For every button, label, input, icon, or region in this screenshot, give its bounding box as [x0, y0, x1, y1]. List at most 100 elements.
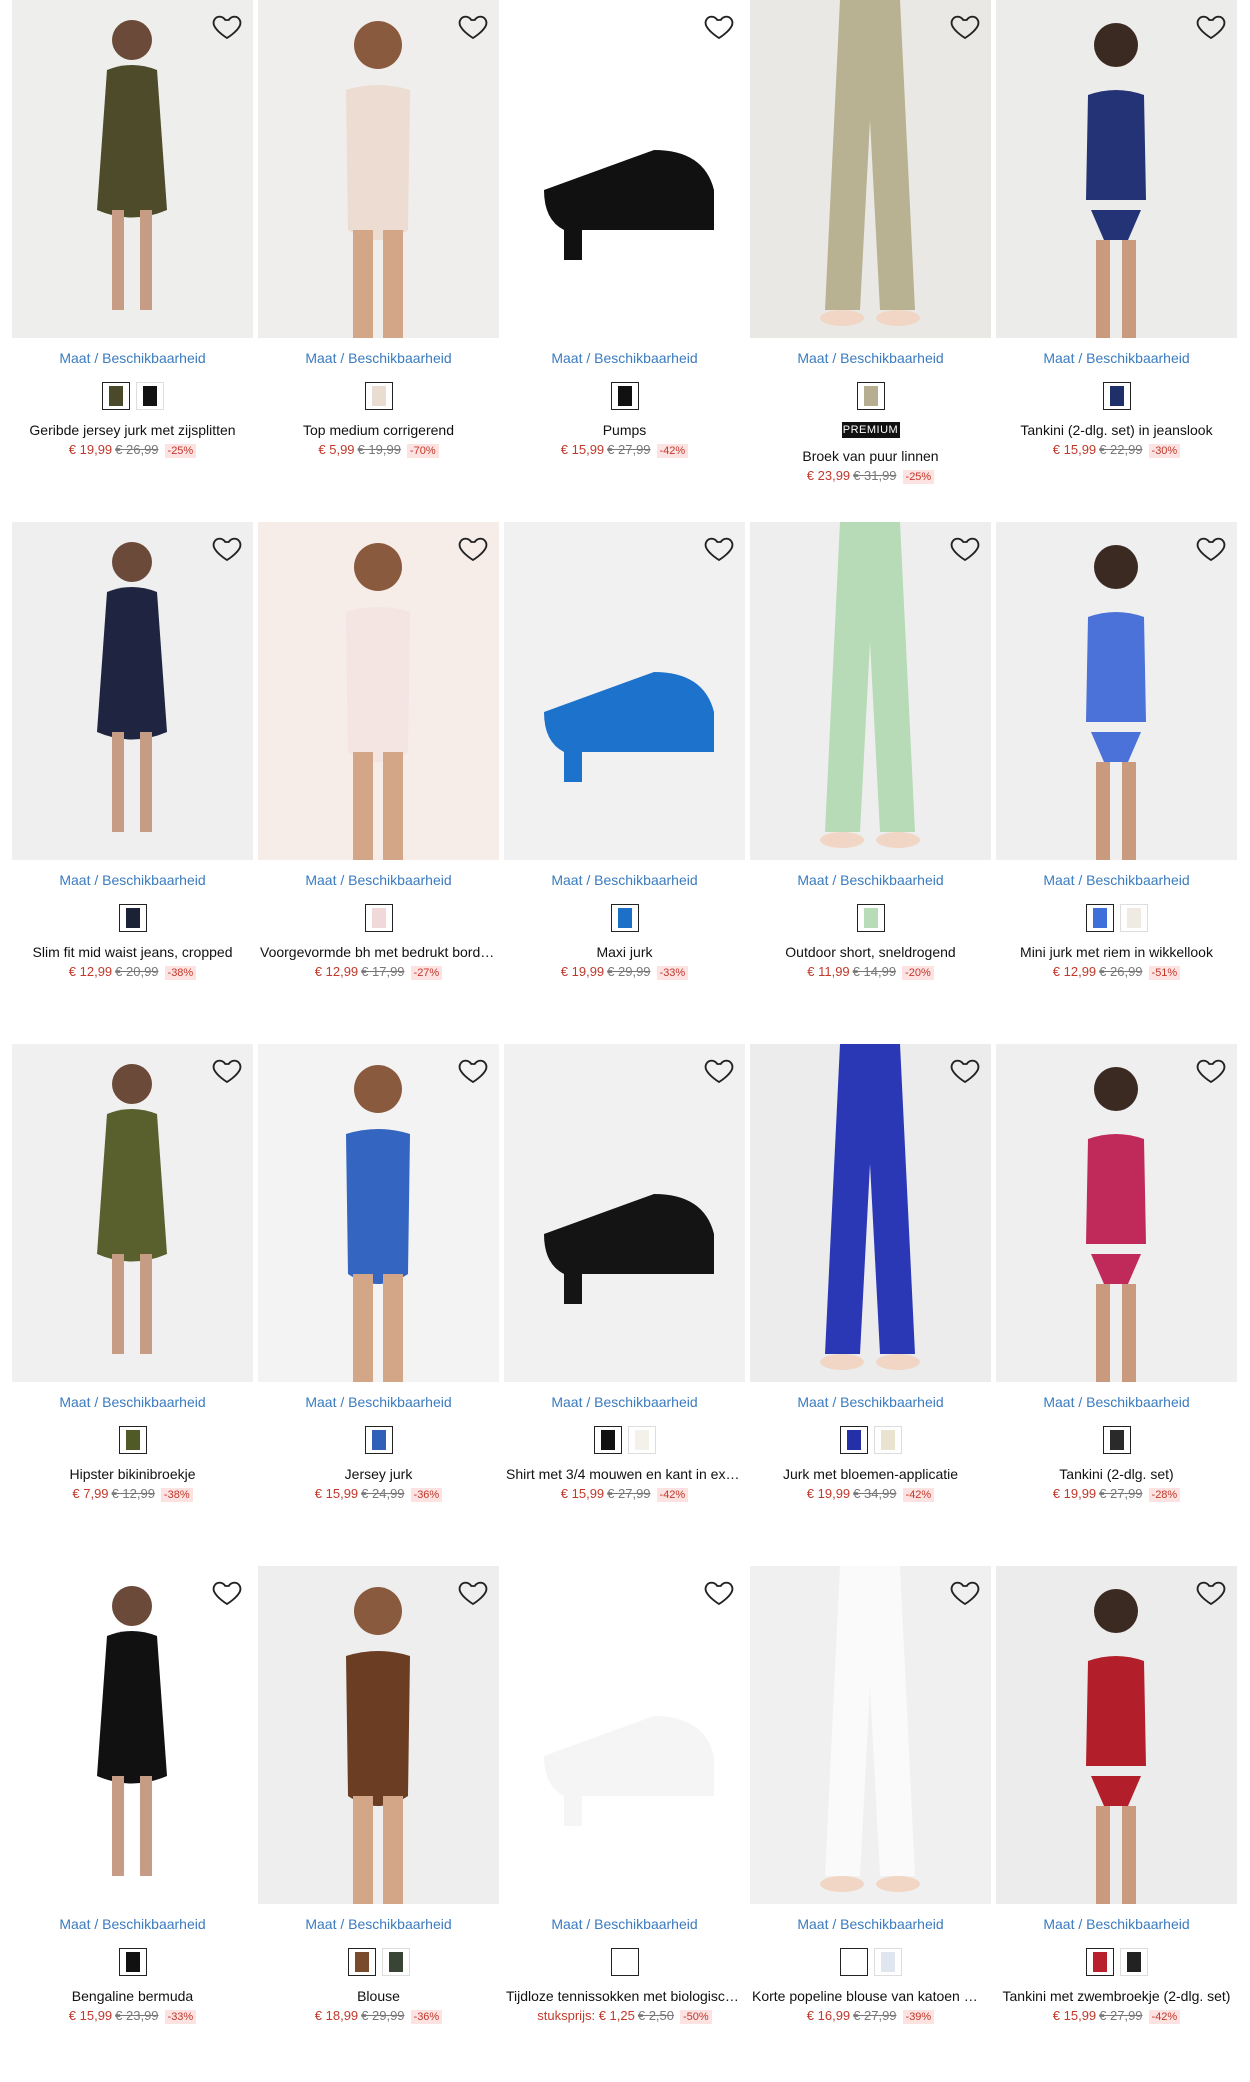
- size-availability-link[interactable]: Maat / Beschikbaarheid: [750, 1916, 991, 1932]
- product-name[interactable]: Tijdloze tennissokken met biologisch kat…: [504, 1988, 745, 2004]
- product-card[interactable]: Maat / Beschikbaarheid Slim fit mid waist…: [12, 522, 253, 1044]
- color-swatch[interactable]: [593, 1426, 622, 1454]
- product-image[interactable]: [504, 1566, 745, 1904]
- wishlist-heart-icon[interactable]: [1195, 532, 1227, 564]
- size-availability-link[interactable]: Maat / Beschikbaarheid: [750, 350, 991, 366]
- color-swatch[interactable]: [610, 1948, 639, 1976]
- color-swatch[interactable]: [1102, 382, 1131, 410]
- product-card[interactable]: Maat / Beschikbaarheid Pumps € 15,99 € 27,9…: [504, 0, 745, 522]
- wishlist-heart-icon[interactable]: [949, 1576, 981, 1608]
- product-image-frame[interactable]: [750, 1566, 991, 1904]
- product-image[interactable]: [750, 522, 991, 860]
- wishlist-heart-icon[interactable]: [211, 532, 243, 564]
- product-image[interactable]: [996, 1566, 1237, 1904]
- color-swatch[interactable]: [610, 382, 639, 410]
- color-swatch[interactable]: [364, 1426, 393, 1454]
- product-image-frame[interactable]: [258, 1044, 499, 1382]
- product-card[interactable]: Maat / Beschikbaarheid Outdoor short, sne…: [750, 522, 991, 1044]
- product-card[interactable]: Maat / Beschikbaarheid Mini jurk met riem…: [996, 522, 1237, 1044]
- product-image-frame[interactable]: [258, 1566, 499, 1904]
- wishlist-heart-icon[interactable]: [211, 1054, 243, 1086]
- size-availability-link[interactable]: Maat / Beschikbaarheid: [258, 1916, 499, 1932]
- product-image-frame[interactable]: [996, 1566, 1237, 1904]
- size-availability-link[interactable]: Maat / Beschikbaarheid: [996, 1394, 1237, 1410]
- color-swatch[interactable]: [856, 382, 885, 410]
- product-image-frame[interactable]: [504, 1566, 745, 1904]
- product-name[interactable]: Korte popeline blouse van katoen met kno…: [750, 1988, 991, 2004]
- size-availability-link[interactable]: Maat / Beschikbaarheid: [504, 1394, 745, 1410]
- product-card[interactable]: Maat / Beschikbaarheid Voorgevormde bh me…: [258, 522, 499, 1044]
- product-image[interactable]: [504, 522, 745, 860]
- product-image[interactable]: [258, 1566, 499, 1904]
- product-name[interactable]: Tankini met zwembroekje (2-dlg. set): [996, 1988, 1237, 2004]
- product-card[interactable]: Maat / Beschikbaarheid Tankini (2-dlg. se…: [996, 0, 1237, 522]
- color-swatch[interactable]: [347, 1948, 376, 1976]
- product-card[interactable]: Maat / Beschikbaarheid Bengaline bermuda €…: [12, 1566, 253, 2082]
- product-card[interactable]: Maat / Beschikbaarheid Maxi jurk € 19,99 € …: [504, 522, 745, 1044]
- color-swatch[interactable]: [839, 1948, 868, 1976]
- product-name[interactable]: Jurk met bloemen-applicatie: [750, 1466, 991, 1482]
- product-name[interactable]: Outdoor short, sneldrogend: [750, 944, 991, 960]
- color-swatch[interactable]: [1102, 1426, 1131, 1454]
- size-availability-link[interactable]: Maat / Beschikbaarheid: [504, 1916, 745, 1932]
- size-availability-link[interactable]: Maat / Beschikbaarheid: [996, 872, 1237, 888]
- product-image-frame[interactable]: [12, 1566, 253, 1904]
- product-image-frame[interactable]: [504, 0, 745, 338]
- color-swatch[interactable]: [135, 382, 164, 410]
- product-image-frame[interactable]: [996, 522, 1237, 860]
- color-swatch[interactable]: [627, 1426, 656, 1454]
- product-name[interactable]: Geribde jersey jurk met zijsplitten: [12, 422, 253, 438]
- color-swatch[interactable]: [1119, 1948, 1148, 1976]
- product-image-frame[interactable]: [12, 522, 253, 860]
- product-image[interactable]: [750, 1566, 991, 1904]
- size-availability-link[interactable]: Maat / Beschikbaarheid: [504, 872, 745, 888]
- product-card[interactable]: Maat / Beschikbaarheid Jurk met bloemen-a…: [750, 1044, 991, 1566]
- wishlist-heart-icon[interactable]: [703, 10, 735, 42]
- wishlist-heart-icon[interactable]: [1195, 1054, 1227, 1086]
- product-image-frame[interactable]: [12, 1044, 253, 1382]
- product-image[interactable]: [996, 0, 1237, 338]
- size-availability-link[interactable]: Maat / Beschikbaarheid: [258, 872, 499, 888]
- product-image-frame[interactable]: [12, 0, 253, 338]
- product-image[interactable]: [258, 522, 499, 860]
- product-name[interactable]: Voorgevormde bh met bedrukt borduursel: [258, 944, 499, 960]
- size-availability-link[interactable]: Maat / Beschikbaarheid: [12, 1916, 253, 1932]
- size-availability-link[interactable]: Maat / Beschikbaarheid: [996, 350, 1237, 366]
- color-swatch[interactable]: [839, 1426, 868, 1454]
- product-name[interactable]: Mini jurk met riem in wikkellook: [996, 944, 1237, 960]
- product-name[interactable]: Tankini (2-dlg. set): [996, 1466, 1237, 1482]
- color-swatch[interactable]: [364, 904, 393, 932]
- product-card[interactable]: Maat / Beschikbaarheid Shirt met 3/4 mouw…: [504, 1044, 745, 1566]
- product-name[interactable]: Shirt met 3/4 mouwen en kant in extra we…: [504, 1466, 745, 1482]
- product-card[interactable]: Maat / Beschikbaarheid Tankini met zwembr…: [996, 1566, 1237, 2082]
- size-availability-link[interactable]: Maat / Beschikbaarheid: [750, 872, 991, 888]
- size-availability-link[interactable]: Maat / Beschikbaarheid: [12, 1394, 253, 1410]
- product-image[interactable]: [258, 1044, 499, 1382]
- color-swatch[interactable]: [1085, 904, 1114, 932]
- product-image-frame[interactable]: [750, 522, 991, 860]
- product-image-frame[interactable]: [504, 522, 745, 860]
- product-image[interactable]: [750, 0, 991, 338]
- wishlist-heart-icon[interactable]: [457, 532, 489, 564]
- color-swatch[interactable]: [381, 1948, 410, 1976]
- product-image-frame[interactable]: [750, 1044, 991, 1382]
- product-image-frame[interactable]: [258, 0, 499, 338]
- wishlist-heart-icon[interactable]: [703, 532, 735, 564]
- product-image-frame[interactable]: [750, 0, 991, 338]
- wishlist-heart-icon[interactable]: [211, 10, 243, 42]
- wishlist-heart-icon[interactable]: [949, 532, 981, 564]
- product-image-frame[interactable]: [996, 0, 1237, 338]
- product-image[interactable]: [12, 1566, 253, 1904]
- color-swatch[interactable]: [118, 1426, 147, 1454]
- product-card[interactable]: Maat / Beschikbaarheid Tijdloze tennissok…: [504, 1566, 745, 2082]
- product-image[interactable]: [504, 0, 745, 338]
- product-card[interactable]: Maat / Beschikbaarheid Tankini (2-dlg. se…: [996, 1044, 1237, 1566]
- size-availability-link[interactable]: Maat / Beschikbaarheid: [258, 350, 499, 366]
- wishlist-heart-icon[interactable]: [457, 1054, 489, 1086]
- size-availability-link[interactable]: Maat / Beschikbaarheid: [258, 1394, 499, 1410]
- product-card[interactable]: Maat / Beschikbaarheid Top medium corrige…: [258, 0, 499, 522]
- product-card[interactable]: Maat / Beschikbaarheid Blouse € 18,99 € 29,…: [258, 1566, 499, 2082]
- color-swatch[interactable]: [1085, 1948, 1114, 1976]
- wishlist-heart-icon[interactable]: [703, 1054, 735, 1086]
- product-name[interactable]: Maxi jurk: [504, 944, 745, 960]
